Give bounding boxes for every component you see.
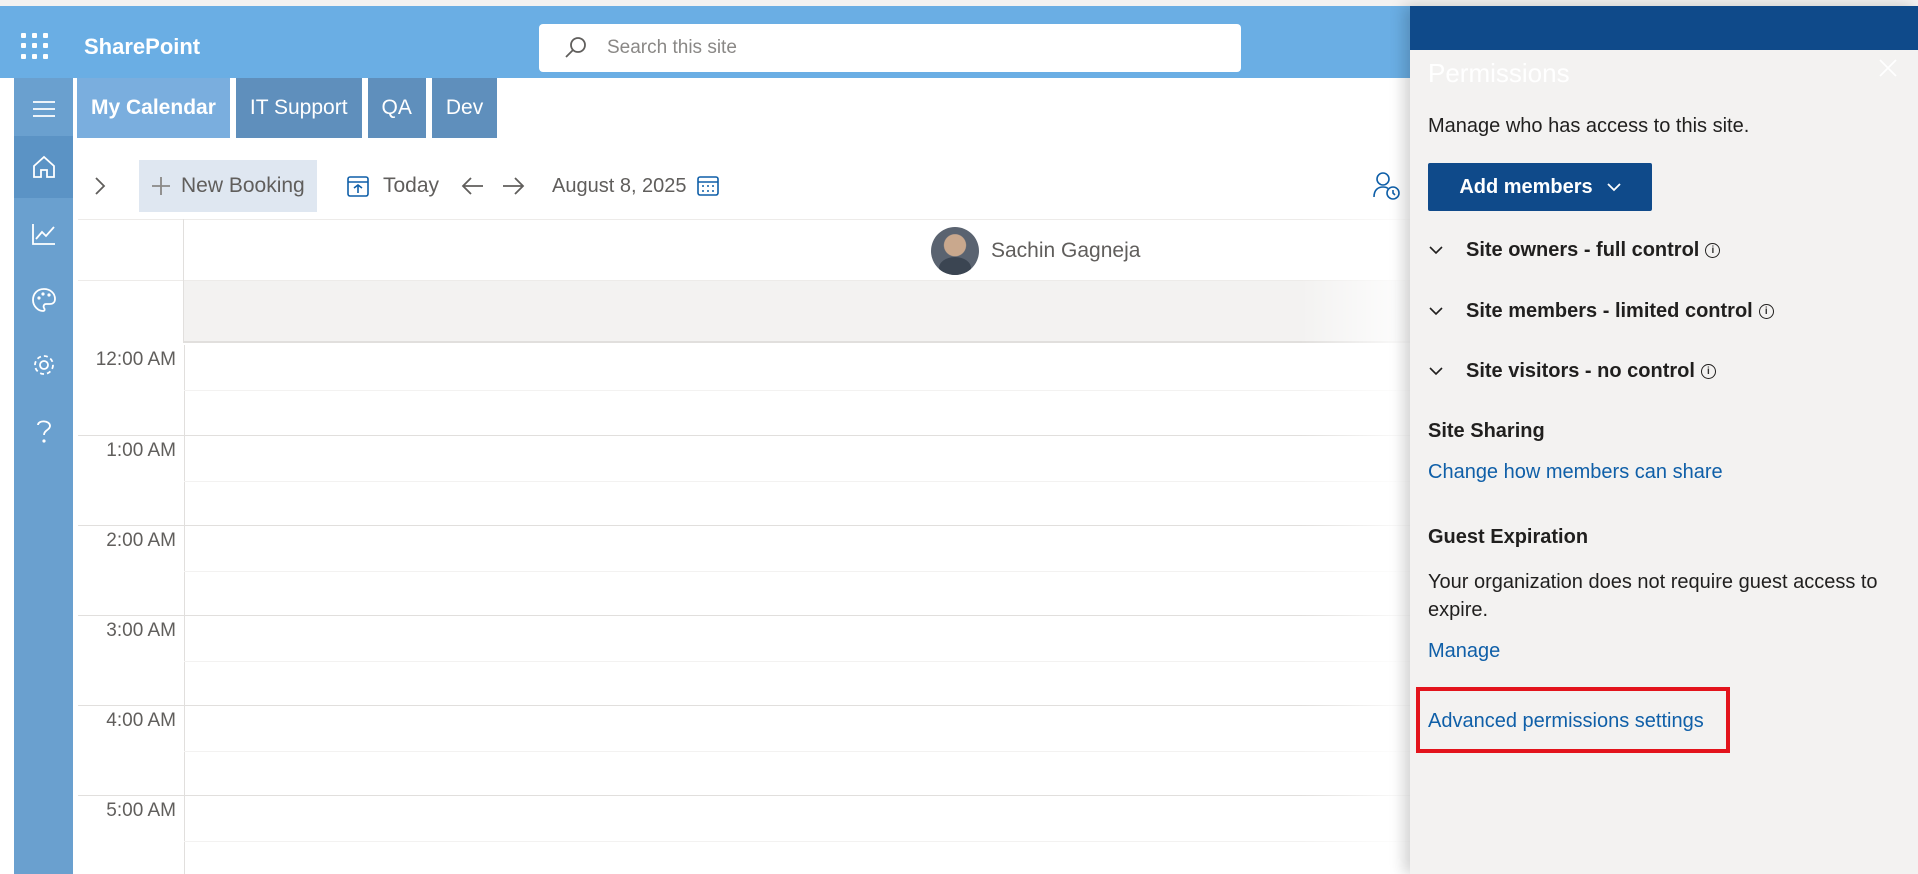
panel-title: Permissions xyxy=(1428,58,1570,88)
calendar-toolbar: New Booking Today August 8, 2025 xyxy=(77,160,1417,212)
guest-expiration-heading: Guest Expiration xyxy=(1428,526,1589,548)
new-booking-label: New Booking xyxy=(181,174,305,197)
hour-row[interactable]: 2:00 AM xyxy=(78,525,1418,616)
info-icon[interactable]: i xyxy=(1700,363,1716,379)
site-sharing-heading: Site Sharing xyxy=(1428,420,1545,442)
tab-my-calendar[interactable]: My Calendar xyxy=(77,78,230,138)
site-visitors-group[interactable]: Site visitors - no control i xyxy=(1428,356,1716,386)
permissions-panel: Permissions Manage who has access to thi… xyxy=(1410,6,1918,874)
time-label: 4:00 AM xyxy=(106,710,176,731)
time-label: 2:00 AM xyxy=(106,530,176,551)
hour-row[interactable]: 3:00 AM xyxy=(78,615,1418,706)
home-icon[interactable] xyxy=(14,136,73,198)
tab-it-support[interactable]: IT Support xyxy=(235,78,362,138)
panel-shadow-fade xyxy=(1300,160,1410,874)
sharepoint-page: SharePoint My Calendar xyxy=(0,0,1918,874)
chevron-down-icon xyxy=(1429,307,1443,316)
calendar-today-icon xyxy=(347,176,369,197)
search-icon xyxy=(565,37,586,58)
tab-dev[interactable]: Dev xyxy=(431,78,498,138)
staff-name: Sachin Gagneja xyxy=(991,239,1141,262)
time-label: 12:00 AM xyxy=(95,349,176,370)
group-label: Site members - limited control xyxy=(1466,299,1753,322)
time-rows: 12:00 AM 1:00 AM 2:00 AM 3:00 AM 4:00 AM… xyxy=(78,345,1418,874)
search-box[interactable] xyxy=(539,24,1241,72)
time-label: 1:00 AM xyxy=(106,440,176,461)
panel-header-bar xyxy=(1410,6,1918,50)
panel-description: Manage who has access to this site. xyxy=(1428,115,1750,137)
expand-chevron-icon[interactable] xyxy=(93,160,123,212)
palette-icon[interactable] xyxy=(14,269,73,331)
current-date: August 8, 2025 xyxy=(552,174,687,197)
avatar xyxy=(931,227,979,275)
tab-bar: My Calendar IT Support QA Dev xyxy=(77,78,498,138)
left-rail xyxy=(14,78,73,874)
today-label: Today xyxy=(383,174,440,197)
guest-expiration-text: Your organization does not require guest… xyxy=(1428,571,1878,621)
calendar-grid: Sachin Gagneja 12:00 AM 1:00 AM 2:00 AM … xyxy=(78,219,1418,874)
date-picker[interactable]: August 8, 2025 xyxy=(552,160,719,212)
previous-arrow-icon[interactable] xyxy=(461,160,485,212)
group-label: Site owners - full control xyxy=(1466,238,1700,261)
hour-row[interactable]: 12:00 AM xyxy=(78,345,1418,435)
info-icon[interactable]: i xyxy=(1758,303,1774,319)
new-booking-button[interactable]: New Booking xyxy=(139,160,317,212)
help-icon[interactable] xyxy=(14,400,73,462)
close-icon[interactable] xyxy=(1876,56,1900,80)
analytics-icon[interactable] xyxy=(14,203,73,265)
hour-row[interactable]: 4:00 AM xyxy=(78,705,1418,796)
plus-icon xyxy=(152,177,170,195)
next-arrow-icon[interactable] xyxy=(501,160,525,212)
chevron-down-icon xyxy=(1429,367,1443,376)
menu-icon[interactable] xyxy=(14,78,73,140)
app-name[interactable]: SharePoint xyxy=(84,34,200,60)
info-icon[interactable]: i xyxy=(1705,242,1721,258)
chevron-down-icon xyxy=(1607,183,1621,192)
manage-link[interactable]: Manage xyxy=(1428,640,1500,663)
site-owners-group[interactable]: Site owners - full control i xyxy=(1428,235,1721,265)
advanced-permissions-link[interactable]: Advanced permissions settings xyxy=(1428,710,1704,733)
calendar-icon xyxy=(696,176,719,196)
time-label: 3:00 AM xyxy=(106,620,176,641)
calendar-header xyxy=(78,219,1418,281)
group-label: Site visitors - no control xyxy=(1466,359,1695,382)
today-button[interactable]: Today xyxy=(347,160,439,212)
chevron-down-icon xyxy=(1429,246,1443,255)
hour-row[interactable]: 5:00 AM xyxy=(78,795,1418,874)
time-gutter-header xyxy=(78,219,184,343)
settings-icon[interactable] xyxy=(14,334,73,396)
site-members-group[interactable]: Site members - limited control i xyxy=(1428,296,1774,326)
staff-availability-icon[interactable] xyxy=(1373,171,1401,206)
time-label: 5:00 AM xyxy=(106,800,176,821)
hour-row[interactable]: 1:00 AM xyxy=(78,435,1418,526)
app-launcher-icon[interactable] xyxy=(18,30,50,62)
all-day-row[interactable] xyxy=(184,281,1418,343)
change-sharing-link[interactable]: Change how members can share xyxy=(1428,461,1723,484)
tab-qa[interactable]: QA xyxy=(367,78,426,138)
add-members-button[interactable]: Add members xyxy=(1428,163,1652,211)
add-members-label: Add members xyxy=(1459,175,1593,198)
search-input[interactable] xyxy=(607,37,1207,59)
staff-member[interactable]: Sachin Gagneja xyxy=(931,227,1140,275)
